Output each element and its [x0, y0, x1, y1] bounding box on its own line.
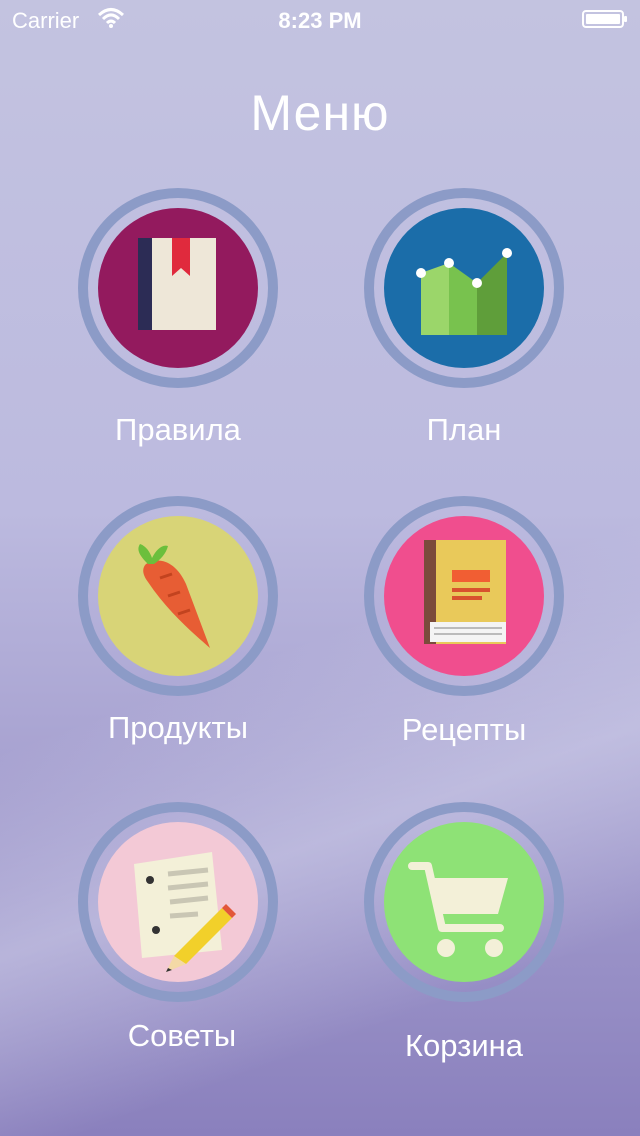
page-title: Меню [250, 85, 390, 141]
menu-item-rules[interactable] [78, 188, 278, 388]
rules-book-icon [98, 208, 258, 368]
menu-item-recipes[interactable] [364, 496, 564, 696]
menu-label-recipes: Рецепты [401, 712, 527, 747]
menu-item-cart[interactable] [364, 802, 564, 1002]
menu-label-products: Продукты [107, 710, 249, 745]
carrot-icon [98, 516, 258, 676]
menu-label-plan: План [426, 412, 502, 447]
menu-label-cart: Корзина [404, 1028, 524, 1063]
shopping-cart-icon [384, 822, 544, 982]
menu-item-tips[interactable] [78, 802, 278, 1002]
notes-pencil-icon [98, 822, 258, 982]
menu-item-products[interactable] [78, 496, 278, 696]
status-bar: Carrier 8:23 PM [0, 0, 640, 40]
status-time: 8:23 PM [278, 8, 362, 33]
menu-label-tips: Советы [127, 1018, 237, 1053]
menu-label-rules: Правила [115, 412, 241, 447]
plan-chart-icon [384, 208, 544, 368]
menu-item-plan[interactable] [364, 188, 564, 388]
battery-icon [582, 10, 627, 28]
recipe-book-icon [384, 516, 544, 676]
